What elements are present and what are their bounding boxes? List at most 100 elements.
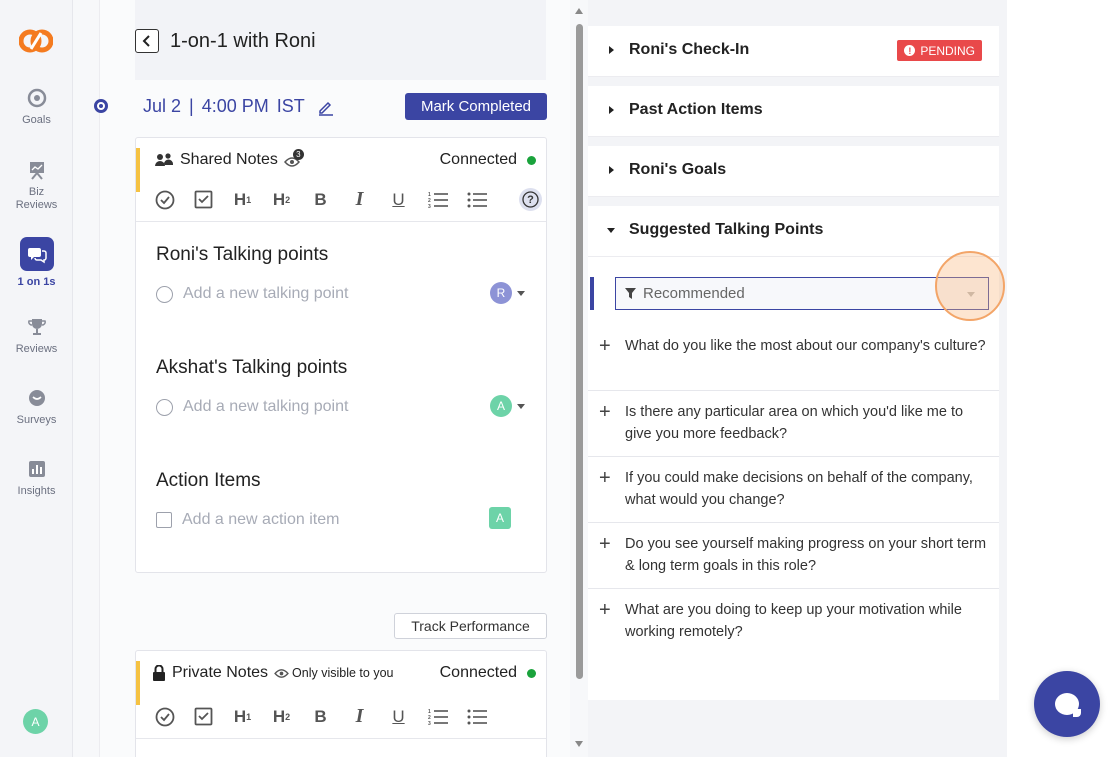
numbered-list-icon[interactable]: 123 [427, 706, 448, 727]
nav-item-insights[interactable]: Insights [0, 459, 73, 497]
accordion-past-action-items[interactable]: Past Action Items [588, 86, 999, 137]
viewers-indicator[interactable]: 3 [283, 149, 304, 168]
pencil-icon[interactable] [317, 98, 335, 116]
meeting-timezone: IST [276, 96, 305, 116]
target-icon [27, 88, 46, 108]
filter-accent-bar [590, 277, 594, 310]
talking-point-circle[interactable] [156, 398, 173, 416]
caret-right-icon [609, 46, 614, 54]
scroll-up-arrow-icon[interactable] [575, 8, 583, 14]
suggestion-item[interactable]: + What do you like the most about our co… [588, 325, 999, 391]
caret-right-icon [609, 106, 614, 114]
heading-2-button[interactable]: H2 [271, 706, 292, 727]
shared-notes-title: Shared Notes [180, 151, 278, 168]
meeting-datetime: Jul 2 | 4:00 PM IST [143, 96, 335, 117]
plus-icon[interactable]: + [599, 468, 611, 488]
timeline-dot [94, 99, 108, 113]
nav-label: Insights [17, 485, 56, 497]
accordion-title: Suggested Talking Points [629, 221, 824, 238]
scroll-thumb[interactable] [576, 24, 583, 679]
suggestion-text: What are you doing to keep up your motiv… [625, 602, 962, 640]
h1-sub: 1 [246, 194, 252, 205]
plus-icon[interactable]: + [599, 600, 611, 620]
chevron-down-icon [517, 403, 525, 409]
user-avatar[interactable]: A [23, 709, 48, 734]
plus-icon[interactable]: + [599, 534, 611, 554]
suggestion-item[interactable]: + What are you doing to keep up your mot… [588, 589, 999, 655]
assignee-selector[interactable]: A [489, 507, 511, 529]
heading-2-button[interactable]: H2 [271, 189, 292, 210]
nav-item-goals[interactable]: Goals [0, 88, 73, 126]
suggestion-item[interactable]: + Do you see yourself making progress on… [588, 523, 999, 589]
h1-label: H [233, 189, 247, 209]
new-action-item-row[interactable]: Add a new action item [156, 511, 339, 529]
plus-icon[interactable]: + [599, 336, 611, 356]
chevron-left-icon [142, 35, 150, 47]
bullet-list-icon[interactable] [466, 706, 487, 727]
nav-item-1on1s[interactable]: 1 on 1s [0, 237, 73, 288]
track-performance-button[interactable]: Track Performance [394, 613, 547, 639]
numbered-list-icon[interactable]: 123 [427, 189, 448, 210]
heading-1-button[interactable]: H1 [232, 706, 253, 727]
section-title: Akshat's Talking points [156, 357, 348, 378]
nav-label: Biz [28, 186, 45, 198]
meeting-header: 1-on-1 with Roni [135, 0, 546, 80]
new-talking-point-row[interactable]: Add a new talking point [156, 285, 348, 303]
italic-button[interactable]: I [349, 705, 370, 727]
section-title: Action Items [156, 470, 261, 491]
accordion-title: Past Action Items [629, 101, 763, 118]
app-logo-icon[interactable] [19, 27, 53, 55]
new-talking-point-placeholder[interactable]: Add a new talking point [183, 398, 348, 416]
help-glyph: ? [527, 193, 534, 206]
h2-sub: 2 [285, 194, 291, 205]
italic-button[interactable]: I [349, 188, 370, 210]
assignee-avatar: A [490, 395, 512, 417]
back-button[interactable] [135, 29, 159, 53]
underline-button[interactable]: U [388, 706, 409, 727]
accordion-goals[interactable]: Roni's Goals [588, 146, 999, 197]
assignee-avatar: A [489, 507, 511, 529]
new-talking-point-placeholder[interactable]: Add a new talking point [183, 285, 348, 303]
plus-icon[interactable]: + [599, 402, 611, 422]
mark-completed-button[interactable]: Mark Completed [405, 93, 547, 120]
checkbox-icon[interactable] [193, 706, 214, 727]
nav-label: 1 on 1s [17, 276, 56, 288]
underline-button[interactable]: U [388, 189, 409, 210]
people-icon [155, 153, 173, 166]
scroll-down-arrow-icon[interactable] [575, 741, 583, 747]
new-action-item-placeholder[interactable]: Add a new action item [182, 511, 339, 529]
page-title: 1-on-1 with Roni [170, 30, 316, 52]
action-item-checkbox[interactable] [156, 512, 172, 528]
nav-item-surveys[interactable]: Surveys [0, 388, 73, 426]
private-notes-card: Private Notes Only visible to you Connec… [135, 650, 547, 757]
caret-right-icon [609, 166, 614, 174]
filter-select[interactable]: Recommended [615, 277, 989, 310]
sidebar: Goals Biz Reviews 1 on 1s Reviews Survey… [0, 0, 73, 757]
suggested-talking-points-body: Recommended + What do you like the most … [588, 251, 1005, 700]
assignee-selector[interactable]: A [490, 395, 525, 417]
suggestion-item[interactable]: + If you could make decisions on behalf … [588, 457, 999, 523]
suggestion-text: If you could make decisions on behalf of… [625, 470, 973, 508]
check-circle-icon[interactable] [154, 706, 175, 727]
bold-button[interactable]: B [310, 189, 331, 210]
suggestion-text: Is there any particular area on which yo… [625, 404, 964, 442]
checkbox-icon[interactable] [193, 189, 214, 210]
assignee-avatar: R [490, 282, 512, 304]
bullet-list-icon[interactable] [466, 189, 487, 210]
bar-chart-icon [28, 461, 45, 477]
scrollbar[interactable] [573, 8, 584, 748]
check-circle-icon[interactable] [154, 189, 175, 210]
heading-1-button[interactable]: H1 [232, 189, 253, 210]
nav-item-biz-reviews[interactable]: Biz Reviews [0, 160, 73, 212]
new-talking-point-row[interactable]: Add a new talking point [156, 398, 348, 416]
chat-bubbles-icon [27, 248, 47, 264]
assignee-selector[interactable]: R [490, 282, 525, 304]
accordion-suggested-talking-points[interactable]: Suggested Talking Points [588, 206, 999, 257]
talking-point-circle[interactable] [156, 285, 173, 303]
bold-button[interactable]: B [310, 706, 331, 727]
nav-item-reviews[interactable]: Reviews [0, 317, 73, 355]
accordion-checkin[interactable]: Roni's Check-In ! PENDING [588, 26, 999, 77]
action-items-section: Action Items Add a new action item A [136, 448, 546, 561]
chat-launcher-button[interactable] [1034, 671, 1100, 737]
suggestion-item[interactable]: + Is there any particular area on which … [588, 391, 999, 457]
